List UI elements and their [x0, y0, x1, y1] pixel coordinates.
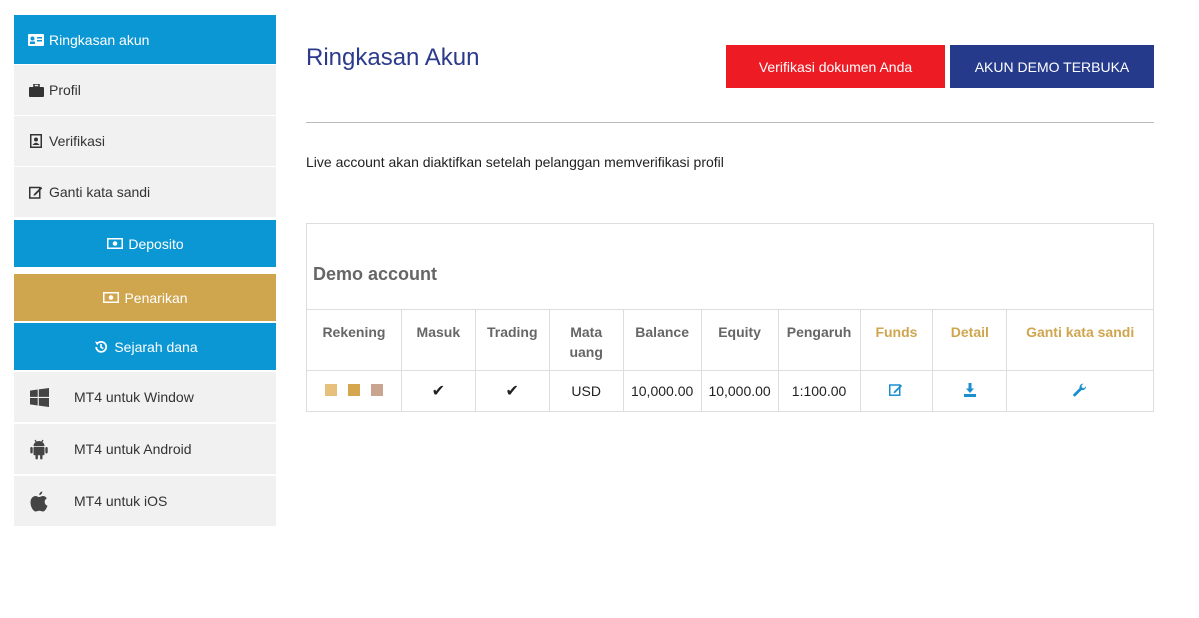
briefcase-icon	[27, 83, 45, 97]
sidebar-item-account-summary[interactable]: Ringkasan akun	[14, 15, 276, 65]
divider	[306, 122, 1154, 123]
equity-value: 10,000.00	[700, 370, 779, 412]
change-password-cell	[1006, 370, 1154, 412]
column-header-account: Rekening	[306, 309, 402, 371]
column-header-leverage: Pengaruh	[777, 309, 861, 371]
column-header-currency: Mata uang	[548, 309, 624, 371]
sidebar-item-deposit[interactable]: Deposito	[14, 220, 276, 268]
column-header-detail: Detail	[932, 309, 1008, 371]
sidebar-item-label: Ringkasan akun	[49, 31, 150, 48]
money-icon	[106, 237, 124, 251]
demo-account-title: Demo account	[313, 264, 438, 284]
android-icon	[28, 439, 50, 459]
user-badge-icon	[27, 134, 45, 148]
account-number-redacted	[306, 370, 402, 412]
currency-value: USD	[548, 370, 624, 412]
sidebar-item-verification[interactable]: Verifikasi	[14, 116, 276, 167]
column-header-change-password: Ganti kata sandi	[1006, 309, 1154, 371]
detail-cell	[932, 370, 1008, 412]
history-icon	[92, 340, 110, 354]
trading-status: ✔	[474, 370, 550, 412]
open-demo-account-button[interactable]: AKUN DEMO TERBUKA	[950, 45, 1154, 88]
sidebar-item-label: Penarikan	[124, 289, 188, 306]
sidebar-item-change-password[interactable]: Ganti kata sandi	[14, 167, 276, 218]
change-password-wrench-icon[interactable]	[1073, 383, 1087, 397]
detail-download-icon[interactable]	[963, 382, 976, 397]
column-header-funds: Funds	[859, 309, 934, 371]
sidebar: Ringkasan akun Profil Verifikasi Ganti k…	[14, 15, 276, 527]
sidebar-item-label: MT4 untuk Android	[74, 441, 192, 457]
funds-edit-icon[interactable]	[889, 383, 903, 396]
sidebar-item-label: Ganti kata sandi	[49, 184, 151, 200]
sidebar-item-label: Sejarah dana	[114, 338, 198, 355]
sidebar-item-label: Profil	[49, 82, 81, 98]
sidebar-item-profile[interactable]: Profil	[14, 65, 276, 116]
funds-cell	[859, 370, 934, 412]
sidebar-item-label: Verifikasi	[49, 133, 106, 149]
column-header-equity: Equity	[700, 309, 779, 371]
sidebar-item-mt4-android[interactable]: MT4 untuk Android	[14, 424, 276, 475]
sidebar-item-label: MT4 untuk iOS	[74, 493, 168, 509]
live-account-notice: Live account akan diaktifkan setelah pel…	[306, 154, 724, 170]
balance-value: 10,000.00	[622, 370, 702, 412]
sidebar-item-withdrawal[interactable]: Penarikan	[14, 274, 276, 322]
demo-account-table: Rekening Masuk Trading Mata uang Balance…	[306, 309, 1154, 412]
sidebar-item-mt4-windows[interactable]: MT4 untuk Window	[14, 372, 276, 423]
table-row: ✔ ✔ USD 10,000.00 10,000.00 1:100.00	[306, 370, 1154, 412]
page-title: Ringkasan Akun	[306, 44, 480, 71]
apple-icon	[28, 491, 50, 511]
column-header-balance: Balance	[622, 309, 702, 371]
login-status: ✔	[400, 370, 476, 412]
windows-icon	[28, 387, 50, 407]
table-header-row: Rekening Masuk Trading Mata uang Balance…	[306, 309, 1154, 371]
leverage-value: 1:100.00	[777, 370, 861, 412]
money-icon	[102, 291, 120, 305]
sidebar-item-label: MT4 untuk Window	[74, 389, 194, 405]
column-header-login: Masuk	[400, 309, 476, 371]
sidebar-item-fund-history[interactable]: Sejarah dana	[14, 323, 276, 371]
id-card-icon	[27, 33, 45, 47]
sidebar-item-mt4-ios[interactable]: MT4 untuk iOS	[14, 476, 276, 527]
verify-documents-button[interactable]: Verifikasi dokumen Anda	[726, 45, 945, 88]
sidebar-item-label: Deposito	[128, 235, 184, 252]
edit-icon	[27, 185, 45, 199]
column-header-trading: Trading	[474, 309, 550, 371]
